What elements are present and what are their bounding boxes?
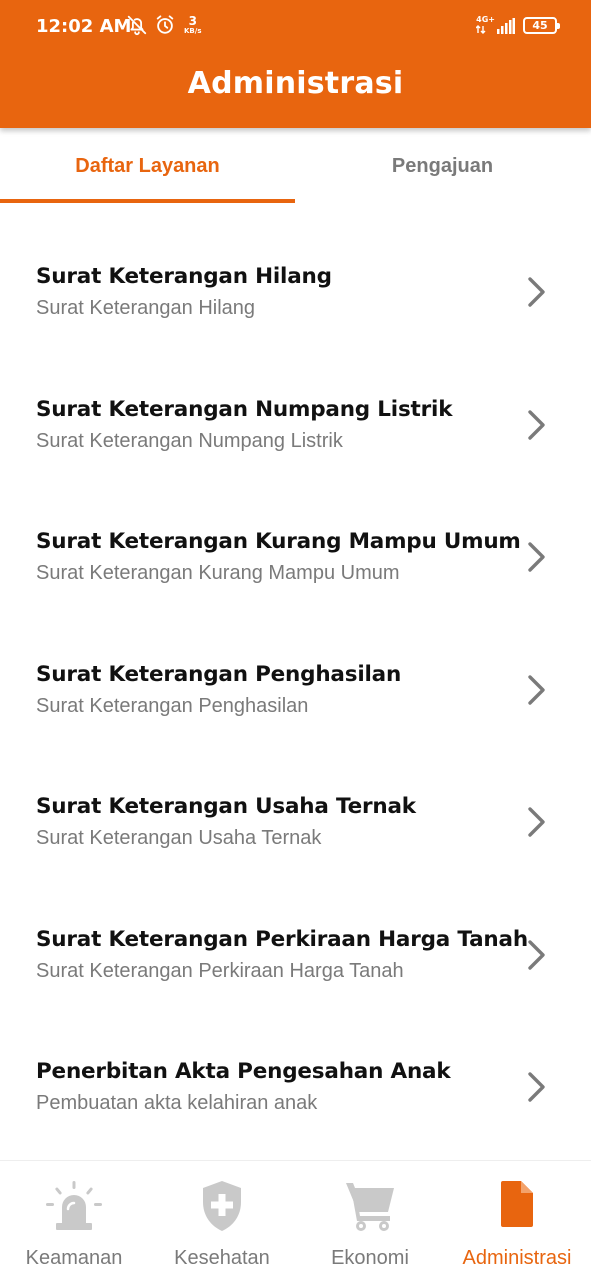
- service-title: Surat Keterangan Kurang Mampu Umum: [36, 529, 521, 554]
- service-title: Penerbitan Akta Pengesahan Anak: [36, 1059, 451, 1084]
- nav-item-keamanan[interactable]: Keamanan: [0, 1161, 148, 1280]
- tab-daftar-layanan[interactable]: Daftar Layanan: [0, 128, 295, 204]
- service-subtitle: Surat Keterangan Usaha Ternak: [36, 827, 322, 849]
- service-subtitle: Surat Keterangan Hilang: [36, 297, 256, 319]
- list-item[interactable]: Surat Keterangan Hilang Surat Keterangan…: [0, 204, 591, 337]
- list-item[interactable]: Surat Keterangan Numpang Listrik Surat K…: [0, 337, 591, 470]
- siren-icon: [44, 1179, 104, 1238]
- list-item[interactable]: Surat Keterangan Usaha Ternak Surat Kete…: [0, 734, 591, 867]
- bottom-nav: Keamanan Kesehatan Ekonomi Administrasi: [0, 1160, 591, 1280]
- nav-label: Administrasi: [462, 1247, 572, 1269]
- network-type: 4G+: [476, 15, 495, 24]
- status-time: 12:02 AM: [36, 16, 132, 37]
- shield-plus-icon: [199, 1179, 245, 1238]
- nav-label: Keamanan: [25, 1247, 123, 1269]
- network-speed-unit: KB/s: [184, 27, 202, 35]
- service-subtitle: Surat Keterangan Penghasilan: [36, 694, 309, 717]
- nav-label: Kesehatan: [174, 1247, 270, 1269]
- service-title: Surat Keterangan Hilang: [36, 264, 332, 289]
- nav-item-administrasi[interactable]: Administrasi: [443, 1161, 591, 1280]
- service-title: Surat Keterangan Penghasilan: [36, 661, 402, 687]
- battery-level: 45: [532, 18, 548, 32]
- chevron-right-icon: [524, 939, 548, 976]
- nav-label: Ekonomi: [331, 1247, 409, 1269]
- service-subtitle: Pembuatan akta kelahiran anak: [36, 1092, 318, 1114]
- service-title: Surat Keterangan Perkiraan Harga Tanah: [36, 926, 528, 952]
- network-speed: 3 KB/s: [184, 15, 201, 35]
- service-subtitle: Surat Keterangan Kurang Mampu Umum: [36, 562, 400, 584]
- chevron-right-icon: [524, 674, 548, 711]
- cart-icon: [344, 1179, 396, 1238]
- list-item[interactable]: Surat Keterangan Penghasilan Surat Keter…: [0, 602, 591, 735]
- alarm-icon: [154, 14, 176, 36]
- list-item[interactable]: Surat Keterangan Perkiraan Harga Tanah S…: [0, 867, 591, 1000]
- list-item[interactable]: Penerbitan Akta Pengesahan Anak Pembuata…: [0, 999, 591, 1132]
- bell-off-icon: [126, 14, 148, 36]
- active-tab-indicator: [0, 199, 295, 203]
- page-title: Administrasi: [187, 66, 404, 101]
- status-bar: 12:02 AM 3 KB/s 4G+ 45: [0, 0, 591, 56]
- list-item[interactable]: Surat Keterangan Kurang Mampu Umum Surat…: [0, 469, 591, 602]
- service-subtitle: Surat Keterangan Numpang Listrik: [36, 429, 343, 452]
- service-list: Surat Keterangan Hilang Surat Keterangan…: [0, 204, 591, 1132]
- chevron-right-icon: [524, 409, 548, 446]
- status-icons-right: 4G+ 45: [476, 16, 560, 34]
- service-title: Surat Keterangan Usaha Ternak: [36, 794, 416, 819]
- chevron-right-icon: [524, 541, 548, 578]
- chevron-right-icon: [524, 806, 548, 843]
- tab-pengajuan[interactable]: Pengajuan: [295, 128, 590, 204]
- service-subtitle: Surat Keterangan Perkiraan Harga Tanah: [36, 959, 404, 982]
- network-speed-value: 3: [188, 14, 197, 28]
- app-header: 12:02 AM 3 KB/s 4G+ 45 Administrasi: [0, 0, 591, 128]
- chevron-right-icon: [524, 1071, 548, 1108]
- battery-icon: 45: [523, 16, 560, 34]
- document-icon: [499, 1179, 535, 1234]
- nav-item-ekonomi[interactable]: Ekonomi: [296, 1161, 444, 1280]
- signal-icon: 4G+: [476, 16, 515, 34]
- service-title: Surat Keterangan Numpang Listrik: [36, 396, 453, 422]
- nav-item-kesehatan[interactable]: Kesehatan: [148, 1161, 296, 1280]
- status-icons-left: 3 KB/s: [126, 14, 201, 36]
- tab-bar: Daftar Layanan Pengajuan: [0, 128, 591, 204]
- chevron-right-icon: [524, 276, 548, 313]
